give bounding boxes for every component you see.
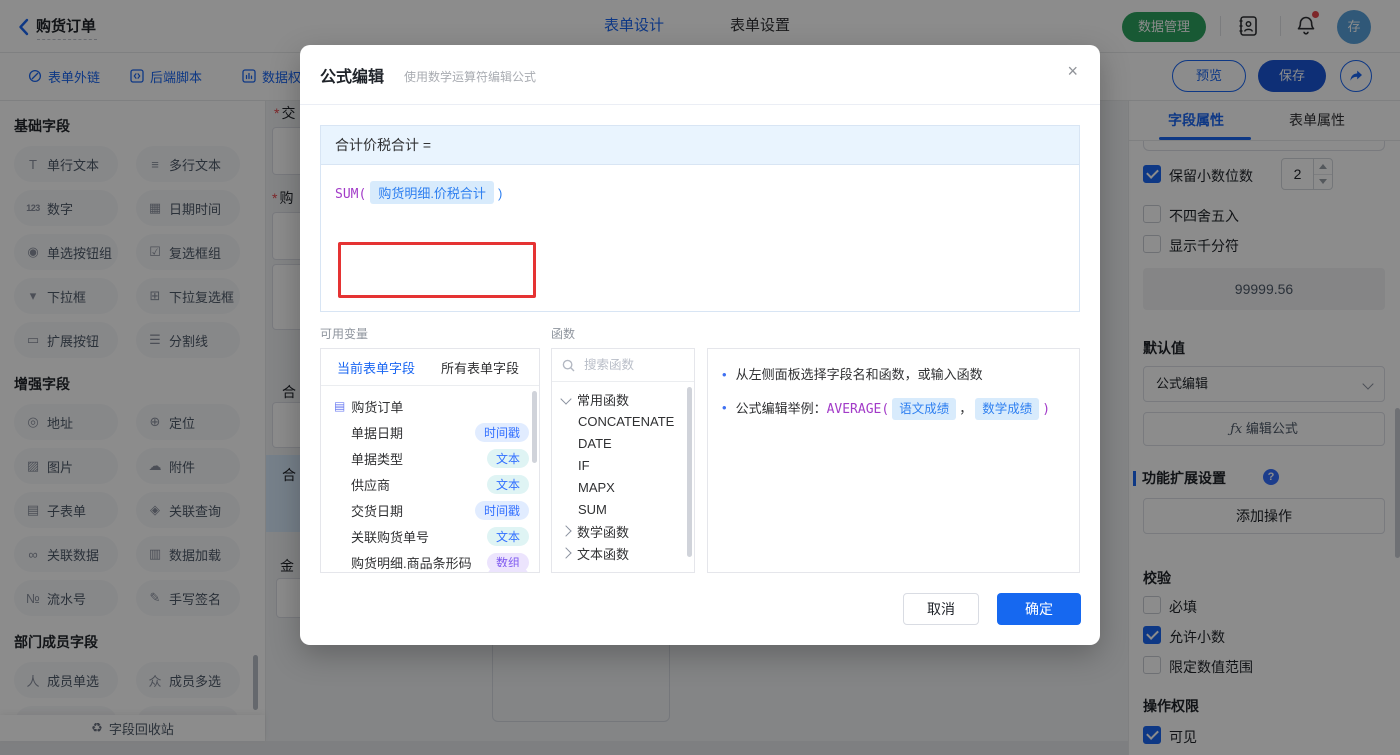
variable-name: 单据类型 xyxy=(351,451,404,467)
chevron-down-icon xyxy=(560,393,572,405)
modal-subtitle: 使用数学运算符编辑公式 xyxy=(404,70,537,84)
formula-edit-modal: 公式编辑 使用数学运算符编辑公式 × 合计价税合计 = SUM(购货明细.价税合… xyxy=(300,45,1100,645)
type-badge: 文本 xyxy=(486,448,529,468)
search-input[interactable] xyxy=(582,357,676,373)
confirm-button[interactable]: 确定 xyxy=(997,593,1081,625)
function-group-label: 常用函数 xyxy=(577,392,630,408)
app-root: 购货订单 表单设计 表单设置 数据管理 存 表单外链 后端脚本 数据权限 预览 … xyxy=(0,0,1400,755)
tips-panel: • 从左侧面板选择字段名和函数，或输入函数 • 公式编辑举例：AVERAGE(语… xyxy=(707,348,1080,573)
chevron-right-icon xyxy=(560,547,572,559)
function-token: AVERAGE( xyxy=(826,402,890,417)
function-group[interactable]: 数学函数 xyxy=(552,520,694,542)
formula-expression[interactable]: SUM(购货明细.价税合计) xyxy=(321,165,1079,204)
variable-row[interactable]: 单据类型 文本 xyxy=(321,445,539,471)
tab-all-form-fields[interactable]: 所有表单字段 xyxy=(441,358,519,377)
close-paren-token: ) xyxy=(497,186,503,201)
function-token: SUM( xyxy=(335,187,367,202)
formula-target-label: 合计价税合计 = xyxy=(321,126,1079,165)
function-item[interactable]: MAPX xyxy=(552,476,694,498)
type-badge: 时间戳 xyxy=(474,500,529,520)
variable-name: 关联购货单号 xyxy=(351,529,430,545)
variable-list: ▤ 购货订单 单据日期 时间戳 单据类型 文本 供应商 文本 交货日期 时间戳 关联购货单号 文本 购货… xyxy=(321,386,539,572)
variable-row[interactable]: 关联购货单号 文本 xyxy=(321,523,539,549)
close-paren-token: ) xyxy=(1042,402,1051,417)
functions-panel: 常用函数 CONCATENATEDATEIFMAPXSUM 数学函数文本函数 xyxy=(551,348,695,573)
function-item[interactable]: SUM xyxy=(552,498,694,520)
formula-editor[interactable]: 合计价税合计 = SUM(购货明细.价税合计) xyxy=(320,125,1080,312)
variables-panel-label: 可用变量 xyxy=(320,327,369,341)
function-group-label: 数学函数 xyxy=(577,524,630,540)
function-group[interactable]: 文本函数 xyxy=(552,542,694,564)
variable-row[interactable]: 交货日期 时间戳 xyxy=(321,497,539,523)
type-badge: 文本 xyxy=(486,474,529,494)
function-list: 常用函数 CONCATENATE DATE IF MAPX SUM 数学函数文本函数 xyxy=(552,382,694,564)
tree-root-label: 购货订单 xyxy=(351,399,404,415)
scrollbar-thumb[interactable] xyxy=(687,387,692,557)
tab-current-form-fields[interactable]: 当前表单字段 xyxy=(337,358,415,377)
field-chip: 数学成绩 xyxy=(975,398,1040,420)
document-icon: ▤ xyxy=(334,399,346,413)
variable-name: 购货明细.商品条形码 xyxy=(351,555,472,571)
function-search[interactable] xyxy=(552,349,694,382)
close-icon[interactable]: × xyxy=(1067,62,1078,80)
tip-line: • 从左侧面板选择字段名和函数，或输入函数 xyxy=(722,367,983,382)
variable-tree-root[interactable]: ▤ 购货订单 xyxy=(321,393,539,419)
function-group-label: 文本函数 xyxy=(577,546,630,562)
type-badge: 文本 xyxy=(486,526,529,546)
functions-panel-label: 函数 xyxy=(551,327,576,341)
modal-header: 公式编辑 使用数学运算符编辑公式 × xyxy=(300,45,1100,105)
modal-footer: 取消 确定 xyxy=(903,593,1081,625)
modal-title: 公式编辑 xyxy=(320,69,385,86)
field-chip[interactable]: 购货明细.价税合计 xyxy=(370,181,494,204)
annotation-highlight-box xyxy=(338,242,536,298)
variable-name: 交货日期 xyxy=(351,503,404,519)
field-chip: 语文成绩 xyxy=(892,398,957,420)
variable-row[interactable]: 单据日期 时间戳 xyxy=(321,419,539,445)
variables-panel: 当前表单字段 所有表单字段 ▤ 购货订单 单据日期 时间戳 单据类型 文本 供应商 文本 交货日… xyxy=(320,348,540,573)
function-item[interactable]: IF xyxy=(552,454,694,476)
function-item[interactable]: CONCATENATE xyxy=(552,410,694,432)
tip-example-line: • 公式编辑举例：AVERAGE(语文成绩，数学成绩) xyxy=(722,398,1065,420)
variable-name: 供应商 xyxy=(351,477,391,493)
function-item[interactable]: DATE xyxy=(552,432,694,454)
function-group[interactable]: 常用函数 xyxy=(552,388,694,410)
chevron-right-icon xyxy=(560,525,572,537)
scrollbar-thumb[interactable] xyxy=(532,391,537,463)
cancel-button[interactable]: 取消 xyxy=(903,593,979,625)
variable-name: 单据日期 xyxy=(351,425,404,441)
search-icon xyxy=(562,359,575,371)
type-badge: 时间戳 xyxy=(474,422,529,442)
variable-row[interactable]: 供应商 文本 xyxy=(321,471,539,497)
